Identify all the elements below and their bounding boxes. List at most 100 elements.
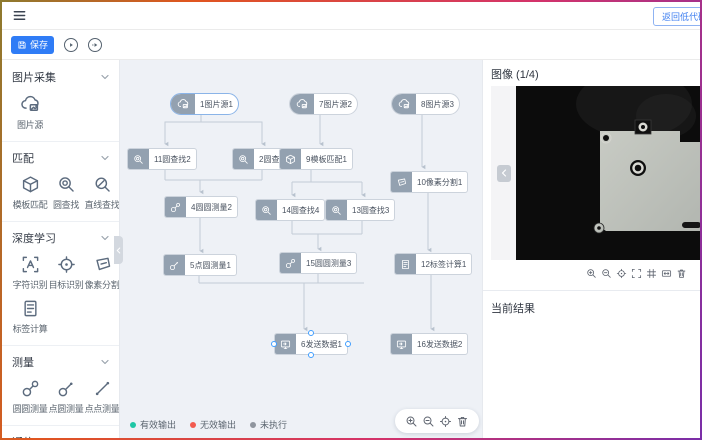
node-label: 5点圆测量1	[185, 255, 236, 275]
flow-node-circle-find-4[interactable]: 14圆查找4	[255, 199, 325, 221]
section-header[interactable]: 测量	[12, 355, 109, 369]
section-header[interactable]: 匹配	[12, 151, 109, 165]
flow-node-send-data-2[interactable]: 16发送数据2	[390, 333, 468, 355]
section-items: 图片源	[12, 94, 109, 131]
save-button[interactable]: 保存	[11, 36, 54, 54]
selection-handle[interactable]	[271, 341, 277, 347]
zoom-out-button[interactable]	[422, 415, 435, 428]
legend-valid-output: 有效输出	[130, 418, 176, 431]
flow-node-image-source-2[interactable]: 7图片源2	[289, 93, 358, 115]
sidebar-item-template-match[interactable]: 模板匹配	[12, 175, 48, 211]
node-label: 4圆圆测量2	[186, 197, 237, 217]
chevron-left-icon	[116, 247, 121, 254]
selection-handle[interactable]	[308, 352, 314, 358]
hamburger-menu-icon[interactable]	[12, 8, 27, 23]
chevron-down-icon	[101, 74, 109, 80]
section-image-capture: 图片采集 图片源	[2, 70, 119, 131]
sidebar-item-point-circle-measure[interactable]: 点圆测量	[48, 379, 84, 415]
play-icon	[66, 40, 76, 50]
sidebar-item-circle-circle-measure[interactable]: 圆圆测量	[12, 379, 48, 415]
section-communication: 通信	[2, 425, 119, 438]
section-measure: 测量 圆圆测量 点圆测量 点点测量	[2, 345, 119, 415]
image-grid-button[interactable]	[645, 267, 658, 280]
image-zoom-in-button[interactable]	[585, 267, 598, 280]
save-button-label: 保存	[30, 38, 48, 51]
back-to-lowcode-button[interactable]: 返回低代码	[653, 7, 700, 26]
section-header[interactable]: 深度学习	[12, 231, 109, 245]
section-title: 图片采集	[12, 69, 56, 85]
image-delete-button[interactable]	[675, 267, 688, 280]
chevron-left-icon	[501, 169, 507, 177]
sidebar-item-circle-find[interactable]: 圆查找	[48, 175, 84, 211]
section-title: 通信	[12, 434, 34, 438]
not-executed-dot	[250, 422, 256, 428]
tool-sidebar: 图片采集 图片源 匹配 模板匹配	[2, 60, 120, 438]
node-label: 15圆圆测量3	[301, 253, 356, 273]
locate-icon	[616, 268, 627, 279]
zoom-out-icon	[422, 415, 435, 428]
sidebar-item-char-recognition[interactable]: 字符识别	[12, 255, 48, 291]
line-find-icon	[93, 175, 112, 194]
flow-node-label-calc-1[interactable]: 12标签计算1	[394, 253, 472, 275]
item-label: 点点测量	[85, 402, 120, 415]
grid-icon	[646, 268, 657, 279]
window-frame: 返回低代码 保存 图片采集 图片源	[0, 0, 702, 440]
flow-node-send-data-1[interactable]: 6发送数据1	[274, 333, 348, 355]
cloud-image-icon	[171, 94, 195, 114]
sidebar-item-image-source[interactable]: 图片源	[12, 94, 48, 131]
flow-node-circle-find-3[interactable]: 13圆查找3	[325, 199, 395, 221]
canvas-zoom-toolbar	[395, 409, 479, 433]
prev-image-button[interactable]	[497, 165, 511, 182]
image-locate-button[interactable]	[615, 267, 628, 280]
chevron-down-icon	[101, 359, 109, 365]
node-label: 16发送数据2	[412, 334, 467, 354]
image-fit-width-button[interactable]	[660, 267, 673, 280]
save-icon	[17, 40, 27, 50]
item-label: 点圆测量	[49, 402, 84, 415]
sidebar-item-label-calc[interactable]: 标签计算	[12, 299, 48, 335]
section-header[interactable]: 通信	[12, 435, 109, 438]
delete-button[interactable]	[456, 415, 469, 428]
sidebar-item-line-find[interactable]: 直线查找	[84, 175, 120, 211]
flow-node-template-match-1[interactable]: 9模板匹配1	[279, 148, 353, 170]
section-deep-learning: 深度学习 字符识别 目标识别 像素分割	[2, 221, 119, 335]
run-flow-button[interactable]	[64, 38, 78, 52]
flow-node-circle-circle-measure-2[interactable]: 4圆圆测量2	[164, 196, 238, 218]
flow-node-point-circle-measure-1[interactable]: 5点圆测量1	[163, 254, 237, 276]
sidebar-item-target-recognition[interactable]: 目标识别	[48, 255, 84, 291]
selection-handle[interactable]	[308, 330, 314, 336]
item-label: 圆圆测量	[13, 402, 48, 415]
flow-edges	[120, 60, 482, 438]
flow-node-circle-circle-measure-3[interactable]: 15圆圆测量3	[279, 252, 357, 274]
run-once-button[interactable]	[88, 38, 102, 52]
cloud-image-icon	[392, 94, 416, 114]
item-label: 模板匹配	[13, 198, 48, 211]
selection-handle[interactable]	[345, 341, 351, 347]
image-fullscreen-button[interactable]	[630, 267, 643, 280]
sidebar-collapse-handle[interactable]	[114, 236, 123, 264]
cloud-image-icon	[20, 94, 40, 114]
node-label: 12标签计算1	[416, 254, 471, 274]
flow-node-image-source-1[interactable]: 1图片源1	[170, 93, 239, 115]
zoom-in-icon	[405, 415, 418, 428]
point-circle-measure-icon	[57, 379, 76, 398]
locate-button[interactable]	[439, 415, 452, 428]
section-items: 圆圆测量 点圆测量 点点测量	[12, 379, 109, 415]
segment-icon	[93, 255, 112, 274]
flow-node-pixel-segmentation-1[interactable]: 10像素分割1	[390, 171, 468, 193]
flow-node-image-source-3[interactable]: 8图片源3	[391, 93, 460, 115]
zoom-in-button[interactable]	[405, 415, 418, 428]
flow-node-circle-find-2[interactable]: 11圆查找2	[127, 148, 197, 170]
circle-find-icon	[256, 200, 277, 220]
image-zoom-out-button[interactable]	[600, 267, 613, 280]
node-label: 13圆查找3	[347, 200, 394, 220]
doc-calc-icon	[395, 254, 416, 274]
circle-circle-measure-icon	[280, 253, 301, 273]
preview-image[interactable]	[516, 86, 700, 260]
invalid-output-dot	[190, 422, 196, 428]
section-title: 深度学习	[12, 230, 56, 246]
point-circle-measure-icon	[164, 255, 185, 275]
section-header[interactable]: 图片采集	[12, 70, 109, 84]
sidebar-item-point-point-measure[interactable]: 点点测量	[84, 379, 120, 415]
flow-canvas[interactable]: 1图片源1 7图片源2 8图片源3 11圆查找2 2圆查找1 9模板匹配1	[120, 60, 482, 438]
